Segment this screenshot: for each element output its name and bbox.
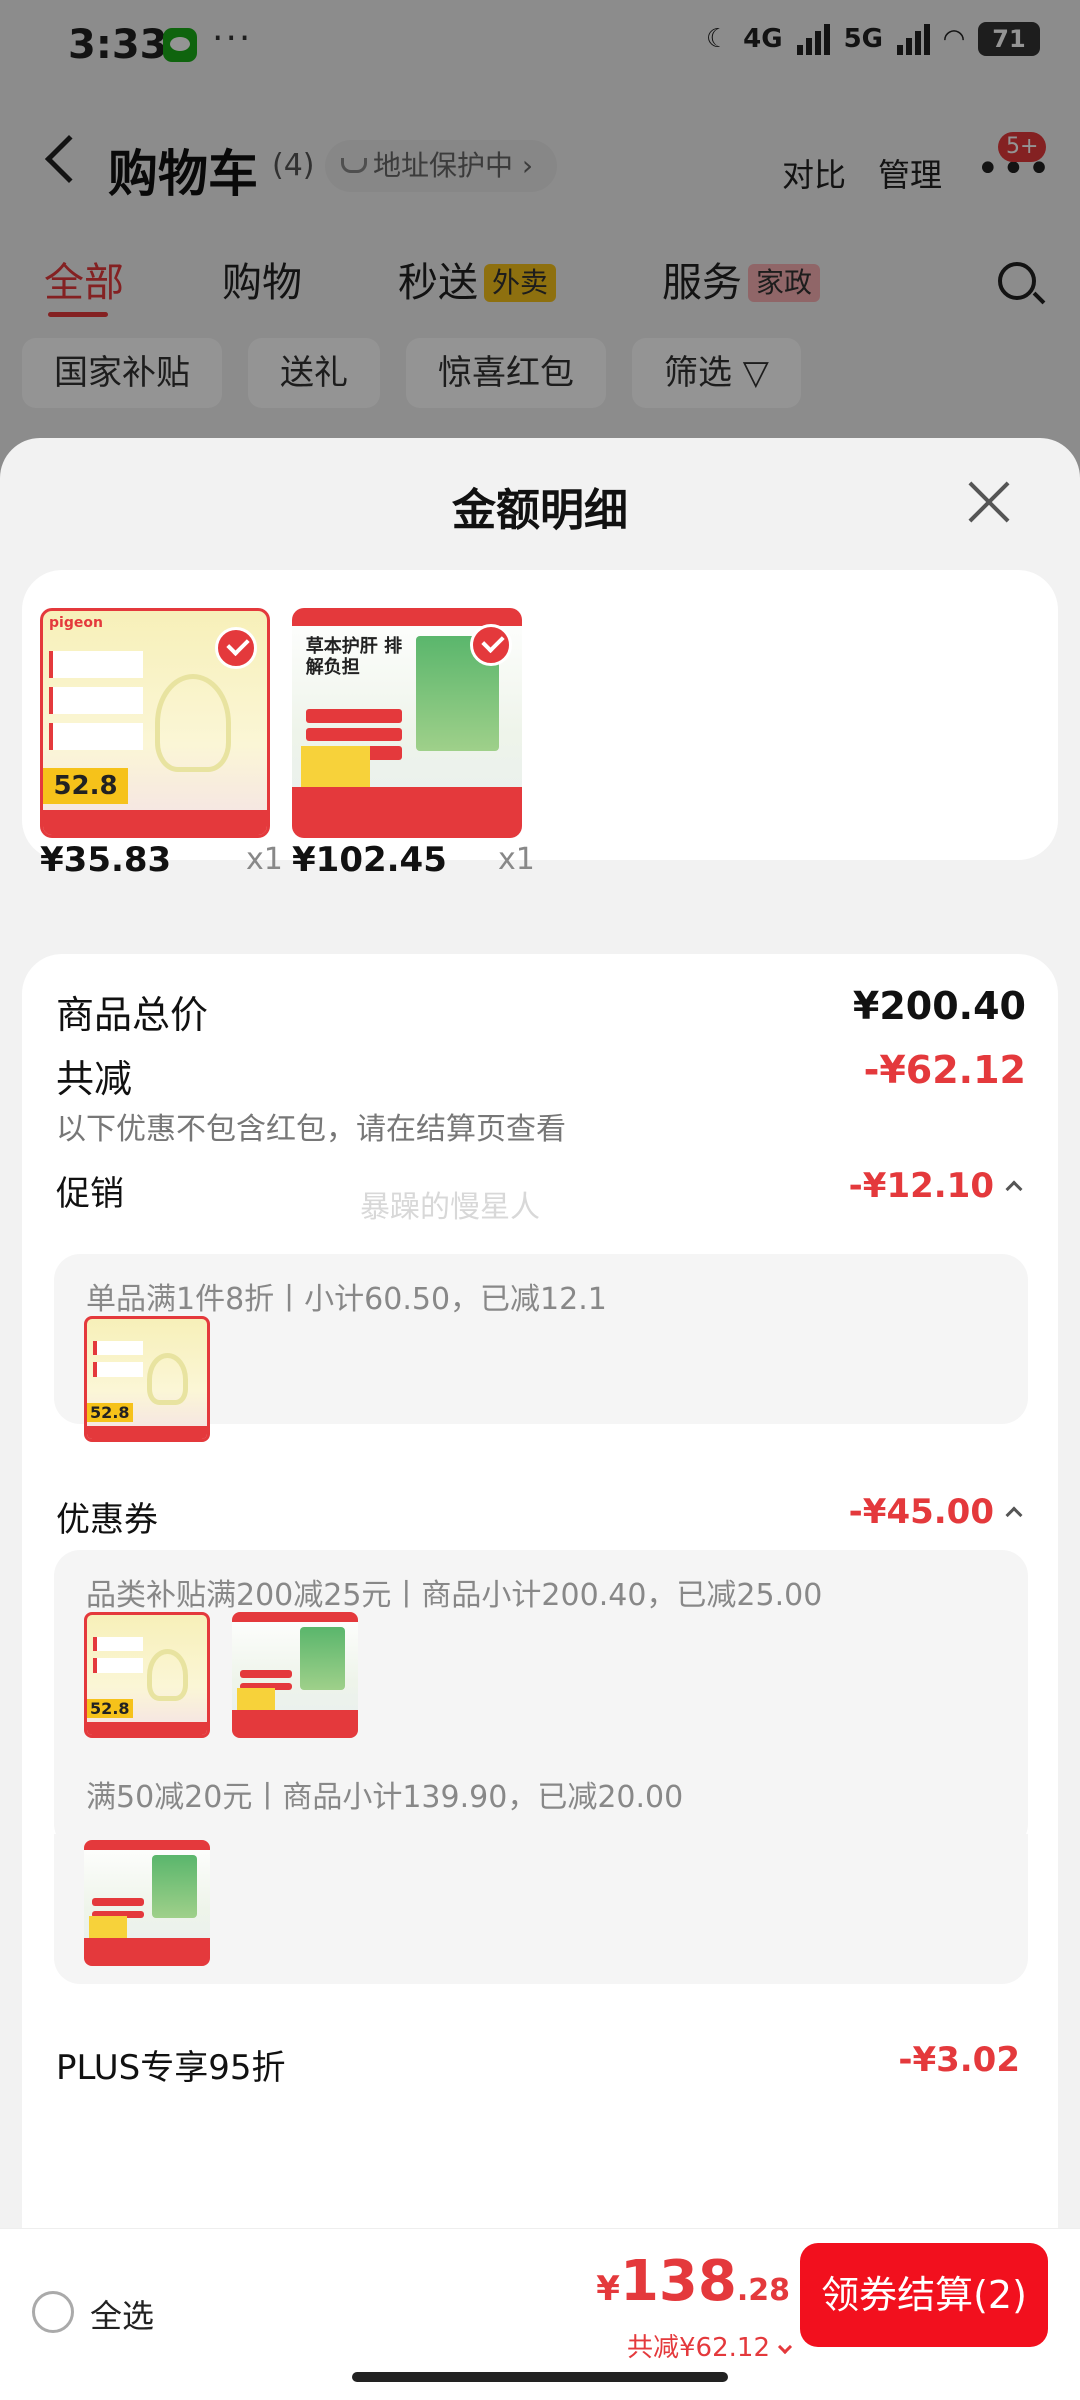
thumb-price: 52.8 (87, 1699, 133, 1719)
total-price-label: 商品总价 (56, 993, 209, 1037)
chevron-up-icon (1005, 1506, 1023, 1524)
saved-amount-toggle[interactable]: 共减¥62.12 (627, 2327, 793, 2364)
coupon-line-1: 品类补贴满200减25元丨商品小计200.40，已减25.00 (86, 1578, 823, 1613)
discount-value: -¥62.12 (863, 1048, 1026, 1092)
coupon-detail-box: 品类补贴满200减25元丨商品小计200.40，已减25.00 52.8 满50… (54, 1550, 1028, 1850)
product-price: ¥102.45 (292, 840, 447, 880)
thumb-headline: 草本护肝 排解负担 (305, 635, 403, 679)
chevron-down-icon (777, 2339, 793, 2355)
product-thumbnail: pigeon 52.8 (40, 608, 270, 838)
coupon-product-thumbnail (84, 1840, 210, 1966)
product-qty: x1 (246, 842, 283, 877)
total-integer: 138 (619, 2249, 737, 2314)
discount-label: 共减 (56, 1057, 133, 1101)
thumb-price: 52.8 (87, 1403, 133, 1423)
chevron-up-icon (1005, 1180, 1023, 1198)
promotion-line: 单品满1件8折丨小计60.50，已减12.1 (86, 1282, 607, 1317)
brand-text: pigeon (49, 615, 103, 631)
total-price-value: ¥200.40 (852, 984, 1026, 1028)
plus-discount-value: -¥3.02 (898, 2040, 1020, 2080)
total-decimal: .28 (736, 2273, 790, 2308)
promotion-detail-box: 单品满1件8折丨小计60.50，已减12.1 52.8 (54, 1254, 1028, 1442)
saved-amount: 共减¥62.12 (627, 2333, 770, 2363)
checked-icon[interactable] (215, 627, 257, 669)
total-amount: ¥138.28 (596, 2249, 790, 2314)
discount-note: 以下优惠不包含红包，请在结算页查看 (56, 1112, 566, 1147)
home-indicator[interactable] (352, 2372, 728, 2382)
select-all-radio[interactable] (32, 2291, 74, 2333)
coupon-product-thumbnail: 52.8 (84, 1612, 210, 1738)
selected-products-card: pigeon 52.8 ¥35.83 x1 草本护肝 排解负担 ¥102.45 … (22, 570, 1058, 880)
product-qty: x1 (498, 842, 535, 877)
promotion-label: 促销 (56, 1174, 124, 1214)
coupon-label: 优惠券 (56, 1500, 158, 1540)
promotion-value: -¥12.10 (848, 1166, 994, 1206)
product-thumbnail: 草本护肝 排解负担 (292, 608, 522, 838)
watermark: 暴躁的慢星人 (360, 1190, 540, 1225)
coupon-detail-box-continued (54, 1834, 1028, 1984)
price-detail-card: 商品总价 ¥200.40 共减 -¥62.12 以下优惠不包含红包，请在结算页查… (22, 954, 1058, 2400)
coupon-product-thumbnail (232, 1612, 358, 1738)
total-currency: ¥ (596, 2269, 620, 2309)
coupon-line-2: 满50减20元丨商品小计139.90，已减20.00 (86, 1780, 684, 1815)
select-all-label[interactable]: 全选 (90, 2291, 154, 2337)
checkout-button[interactable]: 领券结算(2) (800, 2243, 1048, 2347)
checked-icon[interactable] (470, 624, 512, 666)
sheet-title: 金额明细 (452, 485, 628, 536)
product-price: ¥35.83 (40, 840, 172, 880)
close-icon[interactable] (966, 480, 1010, 524)
coupon-value: -¥45.00 (848, 1492, 994, 1532)
plus-discount-label: PLUS专享95折 (56, 2048, 286, 2088)
amount-detail-sheet: 金额明细 pigeon 52.8 ¥35.83 x1 草本护肝 排解负担 ¥10… (0, 438, 1080, 2400)
thumb-price: 52.8 (43, 767, 129, 804)
promotion-toggle[interactable]: -¥12.10 (848, 1166, 1023, 1206)
coupon-toggle[interactable]: -¥45.00 (848, 1492, 1023, 1532)
promotion-product-thumbnail: 52.8 (84, 1316, 210, 1442)
